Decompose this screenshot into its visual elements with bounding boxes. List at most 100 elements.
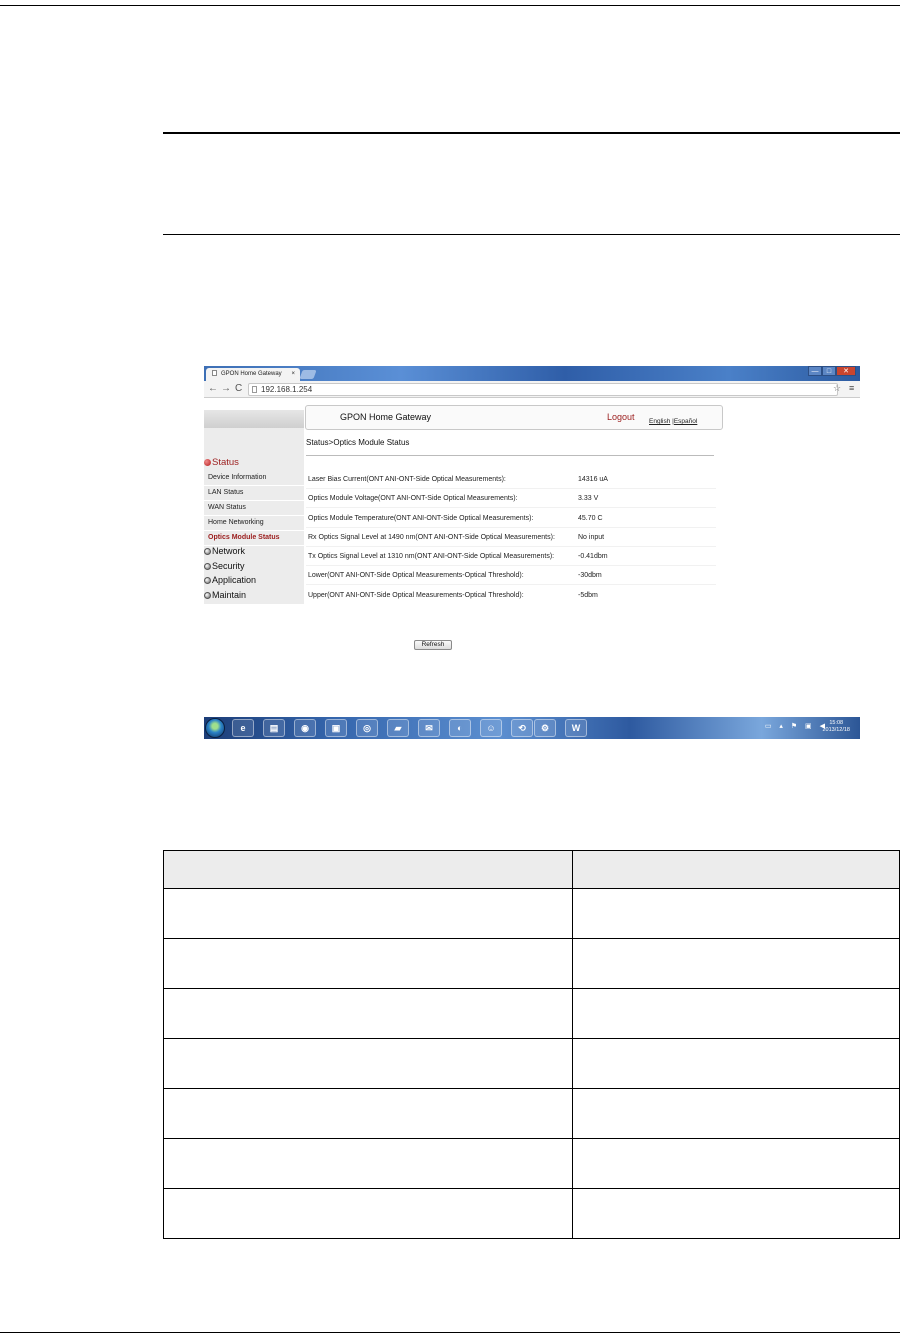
row-divider bbox=[306, 527, 716, 528]
sidebar-item-status[interactable]: Status bbox=[204, 457, 239, 468]
sidebar-header bbox=[204, 410, 304, 428]
back-arrow-icon[interactable]: ← bbox=[208, 383, 218, 395]
word-icon[interactable]: W bbox=[565, 719, 587, 737]
reload-icon[interactable]: C bbox=[235, 383, 242, 395]
minimize-button[interactable]: — bbox=[808, 366, 822, 376]
row-divider bbox=[306, 546, 716, 547]
sidebar-item-maintain[interactable]: Maintain bbox=[204, 590, 246, 600]
header-rule bbox=[0, 5, 900, 6]
url-input[interactable]: 192.168.1.254 bbox=[248, 383, 838, 396]
sidebar-item-security[interactable]: Security bbox=[204, 561, 245, 571]
optics-label: Rx Optics Signal Level at 1490 nm(ONT AN… bbox=[308, 534, 555, 541]
windows-taskbar: e ▤ ◉ ▣ ◎ ▰ ✉ ◐ ☺ ⟲ ⚙ W ▭ ▴ ⚑ ▣ ◀ 15:08 … bbox=[204, 717, 860, 739]
table-row bbox=[163, 1088, 900, 1139]
row-divider bbox=[306, 565, 716, 566]
window-controls: — □ ✕ bbox=[808, 366, 856, 377]
row-divider bbox=[306, 507, 716, 508]
table-cell bbox=[163, 938, 573, 989]
table-row bbox=[163, 1038, 900, 1089]
breadcrumb-divider bbox=[306, 455, 714, 456]
menu-icon[interactable]: ≡ bbox=[849, 383, 854, 393]
ie-icon[interactable]: e bbox=[232, 719, 254, 737]
gateway-header: GPON Home Gateway Logout English |Españo… bbox=[305, 405, 723, 430]
forward-arrow-icon[interactable]: → bbox=[221, 383, 231, 395]
sidebar-subitem-lan-status[interactable]: LAN Status bbox=[208, 489, 243, 496]
table-header-cell bbox=[163, 850, 573, 889]
logout-link[interactable]: Logout bbox=[607, 412, 635, 422]
optics-label: Optics Module Voltage(ONT ANI-ONT-Side O… bbox=[308, 495, 518, 502]
expand-bullet-icon bbox=[204, 563, 211, 570]
chrome-icon[interactable]: ◎ bbox=[356, 719, 378, 737]
close-window-button[interactable]: ✕ bbox=[836, 366, 856, 376]
table-cell bbox=[163, 1138, 573, 1189]
sidebar-subitem-home-networking[interactable]: Home Networking bbox=[208, 519, 264, 526]
table-cell bbox=[163, 1038, 573, 1089]
table-row bbox=[163, 1188, 900, 1239]
divider bbox=[204, 530, 304, 531]
language-links: English |Español bbox=[649, 418, 697, 425]
divider bbox=[204, 515, 304, 516]
tab-title: GPON Home Gateway bbox=[221, 371, 282, 377]
globe-icon[interactable]: ◐ bbox=[449, 719, 471, 737]
user-icon[interactable]: ☺ bbox=[480, 719, 502, 737]
address-bar-row: ← → C 192.168.1.254 ☆ ≡ bbox=[204, 381, 860, 398]
expand-bullet-icon bbox=[204, 577, 211, 584]
clock-time: 15:08 bbox=[829, 720, 844, 726]
url-text: 192.168.1.254 bbox=[261, 385, 313, 394]
system-tray[interactable]: ▭ ▴ ⚑ ▣ ◀ bbox=[765, 722, 828, 730]
optics-label: Upper(ONT ANI-ONT-Side Optical Measureme… bbox=[308, 592, 524, 599]
breadcrumb: Status>Optics Module Status bbox=[306, 438, 410, 447]
browser-tab[interactable]: GPON Home Gateway × bbox=[206, 368, 300, 381]
table-header-row bbox=[163, 850, 900, 889]
table-row bbox=[163, 1138, 900, 1189]
english-link[interactable]: English bbox=[649, 418, 670, 425]
folder-icon[interactable]: ▤ bbox=[263, 719, 285, 737]
book-icon[interactable]: ▰ bbox=[387, 719, 409, 737]
bookmark-star-icon[interactable]: ☆ bbox=[833, 383, 841, 394]
table-header-cell bbox=[572, 850, 900, 889]
sidebar-item-application[interactable]: Application bbox=[204, 575, 256, 585]
optics-value: 14316 uA bbox=[578, 476, 608, 483]
page-icon bbox=[212, 370, 217, 376]
word-letter: W bbox=[571, 723, 581, 733]
tab-close-icon[interactable]: × bbox=[291, 368, 295, 381]
espanol-link[interactable]: Español bbox=[674, 418, 698, 425]
optics-value: -5dbm bbox=[578, 592, 598, 599]
divider bbox=[204, 485, 304, 486]
sidebar-item-network[interactable]: Network bbox=[204, 546, 245, 556]
new-tab-button[interactable] bbox=[299, 370, 317, 379]
optics-value: 3.33 V bbox=[578, 495, 599, 502]
start-button[interactable] bbox=[205, 718, 225, 738]
table-cell bbox=[163, 1188, 573, 1239]
table-cell bbox=[572, 1088, 900, 1139]
maximize-button[interactable]: □ bbox=[822, 366, 836, 376]
sidebar-subitem-optics-module-status[interactable]: Optics Module Status bbox=[208, 534, 280, 541]
sidebar-item-label: Maintain bbox=[212, 590, 247, 600]
sidebar-item-label: Status bbox=[212, 457, 239, 468]
table-cell bbox=[572, 888, 900, 939]
system-clock[interactable]: 15:08 2013/12/18 bbox=[822, 720, 850, 734]
table-cell bbox=[163, 1088, 573, 1139]
page-icon bbox=[252, 386, 257, 393]
optics-label: Optics Module Temperature(ONT ANI-ONT-Si… bbox=[308, 515, 534, 522]
table-cell bbox=[572, 988, 900, 1039]
refresh-button[interactable]: Refresh bbox=[414, 640, 452, 650]
gateway-title: GPON Home Gateway bbox=[340, 412, 432, 422]
table-row bbox=[163, 988, 900, 1039]
divider bbox=[204, 500, 304, 501]
browser-screenshot: GPON Home Gateway × — □ ✕ ← → C 192.168.… bbox=[204, 366, 860, 739]
tool-icon[interactable]: ⚙ bbox=[534, 719, 556, 737]
outlook-icon[interactable]: ✉ bbox=[418, 719, 440, 737]
row-divider bbox=[306, 584, 716, 585]
sidebar-subitem-device-information[interactable]: Device Information bbox=[208, 474, 266, 481]
sync-icon[interactable]: ⟲ bbox=[511, 719, 533, 737]
table-cell bbox=[572, 938, 900, 989]
optics-value: -0.41dbm bbox=[578, 553, 608, 560]
table-cell bbox=[163, 888, 573, 939]
sidebar-subitem-wan-status[interactable]: WAN Status bbox=[208, 504, 246, 511]
table-row bbox=[163, 938, 900, 989]
firefox-icon[interactable]: ◉ bbox=[294, 719, 316, 737]
optics-value: No input bbox=[578, 534, 605, 541]
optics-value: -30dbm bbox=[578, 572, 602, 579]
media-icon[interactable]: ▣ bbox=[325, 719, 347, 737]
